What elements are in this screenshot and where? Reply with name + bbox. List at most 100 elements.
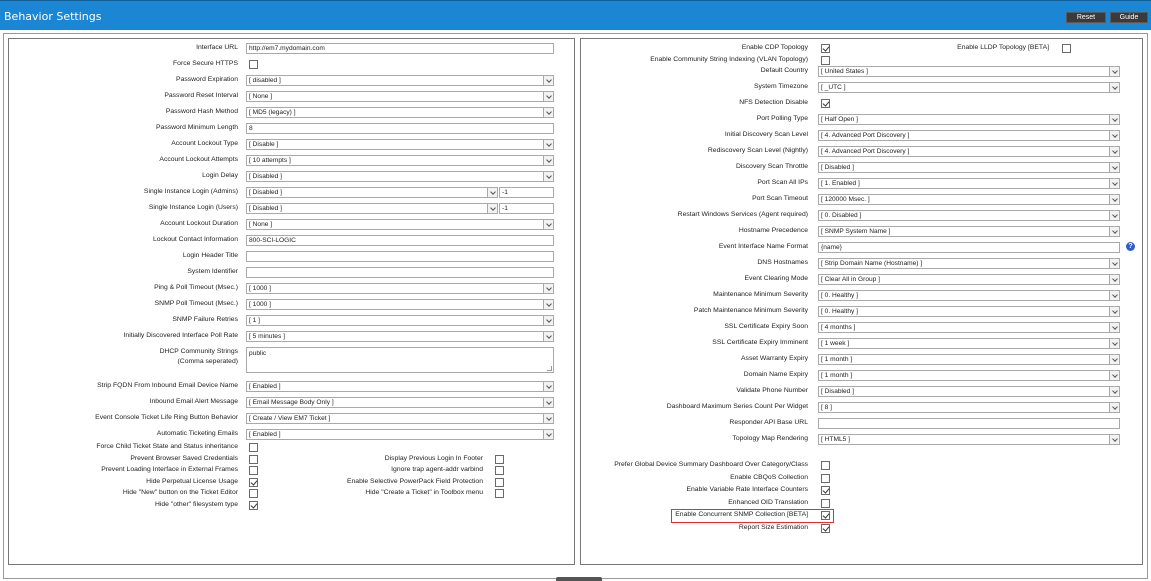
chevron-down-icon[interactable]: [1109, 434, 1119, 444]
bottom-drawer-handle[interactable]: [556, 577, 602, 581]
initial-discovery-scan-level-select[interactable]: [ 4. Advanced Port Discovery ]: [818, 129, 1120, 141]
chevron-down-icon[interactable]: [1109, 354, 1119, 364]
chevron-down-icon[interactable]: [1109, 402, 1119, 412]
chevron-down-icon[interactable]: [543, 300, 553, 309]
chevron-down-icon[interactable]: [543, 156, 553, 165]
chevron-down-icon[interactable]: [543, 332, 553, 341]
enable-cdp-topology-checkbox[interactable]: [821, 44, 830, 53]
chevron-down-icon[interactable]: [1109, 258, 1119, 268]
maintenance-minimum-severity-select[interactable]: [ 0. Healthy ]: [818, 289, 1120, 301]
password-expiration-select[interactable]: [ disabled ]: [246, 75, 554, 86]
lockout-contact-information-input[interactable]: 800-SCI-LOGIC: [246, 235, 554, 246]
chevron-down-icon[interactable]: [1109, 130, 1119, 140]
event-console-ticket-life-ring-button-behavior-select[interactable]: [ Create / View EM7 Ticket ]: [246, 413, 554, 424]
chevron-down-icon[interactable]: [543, 220, 553, 229]
port-scan-all-ips-select[interactable]: [ 1. Enabled ]: [818, 177, 1120, 189]
nfs-detection-disable-checkbox[interactable]: [821, 98, 830, 108]
ssl-certificate-expiry-imminent-select[interactable]: [ 1 week ]: [818, 337, 1120, 349]
chevron-down-icon[interactable]: [543, 92, 553, 101]
display-previous-login-in-footer-checkbox[interactable]: [495, 454, 504, 464]
report-size-estimation-checkbox[interactable]: [821, 523, 830, 533]
restart-windows-services-agent-required-select[interactable]: [ 0. Disabled ]: [818, 209, 1120, 221]
enhanced-oid-translation-checkbox[interactable]: [821, 498, 830, 508]
account-lockout-attempts-select[interactable]: [ 10 attempts ]: [246, 155, 554, 166]
force-child-ticket-state-and-status-inheritance-checkbox[interactable]: [249, 443, 258, 452]
single-instance-login-users-count-input[interactable]: -1: [499, 203, 554, 214]
resize-handle-icon[interactable]: [547, 366, 552, 371]
hide-other-filesystem-type-checkbox[interactable]: [249, 500, 258, 510]
automatic-ticketing-emails-select[interactable]: [ Enabled ]: [246, 429, 554, 440]
guide-button[interactable]: Guide: [1110, 12, 1148, 23]
snmp-failure-retries-select[interactable]: [ 1 ]: [246, 315, 554, 326]
dashboard-maximum-series-count-per-widget-select[interactable]: [ 8 ]: [818, 401, 1120, 413]
chevron-down-icon[interactable]: [1109, 290, 1119, 300]
patch-maintenance-minimum-severity-select[interactable]: [ 0. Healthy ]: [818, 305, 1120, 317]
chevron-down-icon[interactable]: [543, 398, 553, 407]
chevron-down-icon[interactable]: [1109, 82, 1119, 92]
single-instance-login-users-select[interactable]: [ Disabled ]: [246, 203, 498, 214]
chevron-down-icon[interactable]: [1109, 146, 1119, 156]
chevron-down-icon[interactable]: [1109, 226, 1119, 236]
login-delay-select[interactable]: [ Disabled ]: [246, 171, 554, 182]
chevron-down-icon[interactable]: [1109, 322, 1119, 332]
chevron-down-icon[interactable]: [487, 188, 497, 197]
chevron-down-icon[interactable]: [1109, 114, 1119, 124]
chevron-down-icon[interactable]: [1109, 194, 1119, 204]
prefer-global-device-summary-dashboard-over-category-class-checkbox[interactable]: [821, 461, 830, 470]
ignore-trap-agent-addr-varbind-checkbox[interactable]: [495, 466, 504, 475]
chevron-down-icon[interactable]: [1109, 210, 1119, 220]
password-hash-method-select[interactable]: [ MD5 (legacy) ]: [246, 107, 554, 118]
snmp-poll-timeout-msec-select[interactable]: [ 1000 ]: [246, 299, 554, 310]
inbound-email-alert-message-select[interactable]: [ Email Message Body Only ]: [246, 397, 554, 408]
reset-button[interactable]: Reset: [1066, 12, 1106, 23]
enable-community-string-indexing-vlan-topology-checkbox[interactable]: [821, 56, 830, 65]
chevron-down-icon[interactable]: [543, 76, 553, 85]
discovery-scan-throttle-select[interactable]: [ Disabled ]: [818, 161, 1120, 173]
initially-discovered-interface-poll-rate-select[interactable]: [ 5 minutes ]: [246, 331, 554, 342]
port-scan-timeout-select[interactable]: [ 120000 Msec. ]: [818, 193, 1120, 205]
dns-hostnames-select[interactable]: [ Strip Domain Name (Hostname) ]: [818, 257, 1120, 269]
system-timezone-select[interactable]: [ _UTC ]: [818, 81, 1120, 93]
hide-create-a-ticket-in-toolbox-menu-checkbox[interactable]: [495, 489, 504, 498]
single-instance-login-admins-count-input[interactable]: -1: [499, 187, 554, 198]
chevron-down-icon[interactable]: [543, 382, 553, 391]
event-clearing-mode-select[interactable]: [ Clear All in Group ]: [818, 273, 1120, 285]
enable-variable-rate-interface-counters-checkbox[interactable]: [821, 486, 830, 495]
event-interface-name-format-input[interactable]: {name}: [818, 241, 1120, 253]
interface-url-input[interactable]: http://em7.mydomain.com: [246, 43, 554, 54]
chevron-down-icon[interactable]: [543, 140, 553, 149]
password-reset-interval-select[interactable]: [ None ]: [246, 91, 554, 102]
asset-warranty-expiry-select[interactable]: [ 1 month ]: [818, 353, 1120, 365]
chevron-down-icon[interactable]: [1109, 306, 1119, 316]
force-secure-https-checkbox[interactable]: [249, 60, 258, 69]
rediscovery-scan-level-nightly-select[interactable]: [ 4. Advanced Port Discovery ]: [818, 145, 1120, 157]
chevron-down-icon[interactable]: [1109, 162, 1119, 172]
chevron-down-icon[interactable]: [487, 204, 497, 213]
chevron-down-icon[interactable]: [543, 430, 553, 439]
topology-map-rendering-select[interactable]: [ HTML5 ]: [818, 433, 1120, 445]
enable-cbqos-collection-checkbox[interactable]: [821, 473, 830, 483]
enable-lldp-topology-checkbox[interactable]: [1062, 44, 1071, 53]
password-minimum-length-input[interactable]: 8: [246, 123, 554, 134]
strip-fqdn-from-inbound-email-device-name-select[interactable]: [ Enabled ]: [246, 381, 554, 392]
domain-name-expiry-select[interactable]: [ 1 month ]: [818, 369, 1120, 381]
enable-selective-powerpack-field-protection-checkbox[interactable]: [495, 477, 504, 487]
single-instance-login-admins-select[interactable]: [ Disabled ]: [246, 187, 498, 198]
chevron-down-icon[interactable]: [543, 108, 553, 117]
dhcp-community-strings-textarea[interactable]: public: [246, 347, 554, 373]
chevron-down-icon[interactable]: [543, 284, 553, 293]
login-header-title-input[interactable]: [246, 251, 554, 262]
account-lockout-duration-select[interactable]: [ None ]: [246, 219, 554, 230]
ssl-certificate-expiry-soon-select[interactable]: [ 4 months ]: [818, 321, 1120, 333]
chevron-down-icon[interactable]: [543, 172, 553, 181]
chevron-down-icon[interactable]: [1109, 386, 1119, 396]
chevron-down-icon[interactable]: [1109, 274, 1119, 284]
ping-poll-timeout-msec-select[interactable]: [ 1000 ]: [246, 283, 554, 294]
chevron-down-icon[interactable]: [1109, 370, 1119, 380]
chevron-down-icon[interactable]: [543, 414, 553, 423]
default-country-select[interactable]: [ United States ]: [818, 65, 1120, 77]
responder-api-base-url-input[interactable]: [818, 417, 1120, 429]
chevron-down-icon[interactable]: [1109, 178, 1119, 188]
chevron-down-icon[interactable]: [1109, 338, 1119, 348]
validate-phone-number-select[interactable]: [ Disabled ]: [818, 385, 1120, 397]
